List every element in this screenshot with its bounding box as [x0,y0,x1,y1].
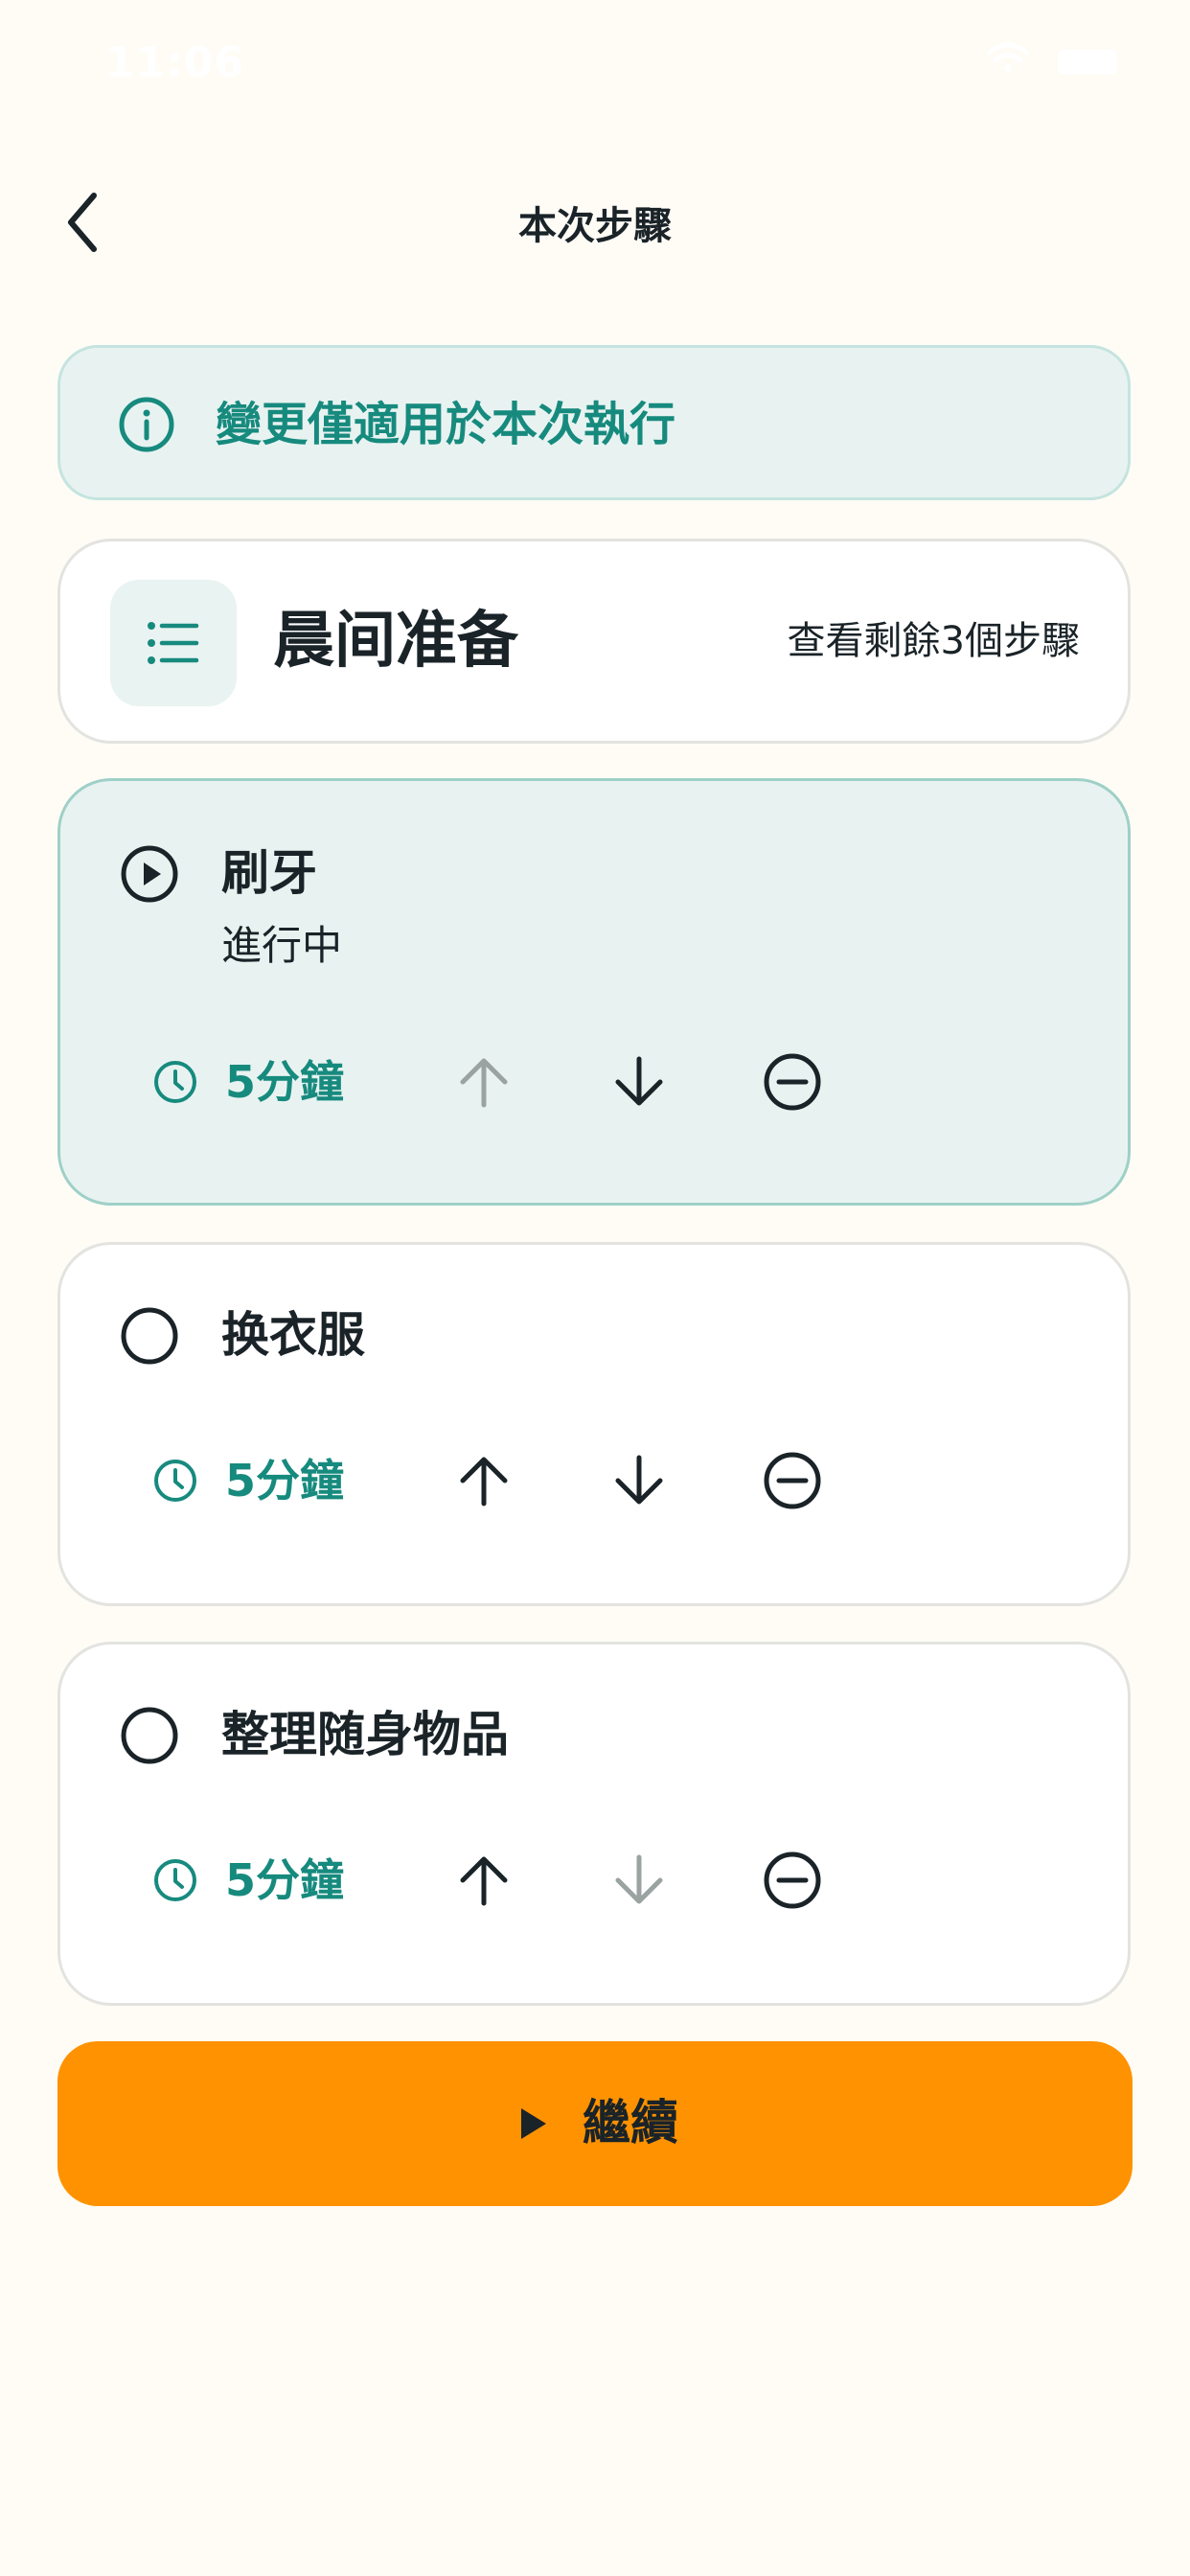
routine-card: 晨间准备 查看剩餘3個步驟 [57,539,1131,744]
play-icon [521,2108,546,2139]
arrow-down-icon [615,1455,663,1505]
step-name: 刷牙 [221,845,317,901]
minus-circle-icon [764,1053,821,1111]
empty-circle-icon[interactable] [120,1306,179,1366]
arrow-down-icon [615,1854,663,1904]
remove-step-button[interactable] [762,1850,823,1911]
continue-label: 繼續 [583,2095,678,2150]
banner-text: 變更僅適用於本次執行 [216,398,676,451]
battery-icon [1058,50,1117,75]
step-name: 换衣服 [221,1307,365,1363]
move-up-button[interactable] [453,1450,515,1511]
minus-circle-icon [764,1852,821,1909]
step-status-text: 進行中 [221,922,343,969]
play-circle-icon [121,845,178,903]
clock-icon [154,1061,196,1103]
info-icon [119,397,174,452]
arrow-down-icon [615,1056,663,1106]
empty-circle-icon[interactable] [120,1706,179,1765]
arrow-up-icon [460,1058,508,1108]
step-name: 整理随身物品 [221,1707,509,1762]
view-remaining-steps-link[interactable]: 查看剩餘3個步驟 [788,616,1080,666]
arrow-up-icon [460,1856,508,1906]
remove-step-button[interactable] [762,1051,823,1113]
move-down-button[interactable] [608,1850,670,1911]
move-up-button[interactable] [453,1850,515,1911]
step-duration[interactable]: 5分鐘 [225,1454,344,1507]
minus-circle-icon [764,1452,821,1509]
move-down-button[interactable] [608,1450,670,1511]
clock-icon [154,1859,196,1901]
routine-name: 晨间准备 [273,606,518,677]
list-icon [148,622,199,664]
step-card-brush-teeth[interactable]: 刷牙 進行中 5分鐘 [57,778,1131,1206]
wifi-icon [987,42,1029,72]
clock-icon [154,1460,196,1502]
step-duration[interactable]: 5分鐘 [225,1055,344,1109]
arrow-up-icon [460,1457,508,1506]
move-up-button[interactable] [453,1051,515,1113]
status-bar-time: 11:06 [105,38,245,87]
step-card-change-clothes[interactable]: 换衣服 5分鐘 [57,1242,1131,1606]
page-title: 本次步驟 [518,204,672,248]
remove-step-button[interactable] [762,1450,823,1511]
continue-button[interactable]: 繼續 [57,2041,1133,2206]
info-banner: 變更僅適用於本次執行 [57,345,1131,500]
routine-icon-box [110,580,237,706]
move-down-button[interactable] [608,1051,670,1113]
step-card-pack-belongings[interactable]: 整理随身物品 5分鐘 [57,1642,1131,2006]
step-duration[interactable]: 5分鐘 [225,1853,344,1907]
